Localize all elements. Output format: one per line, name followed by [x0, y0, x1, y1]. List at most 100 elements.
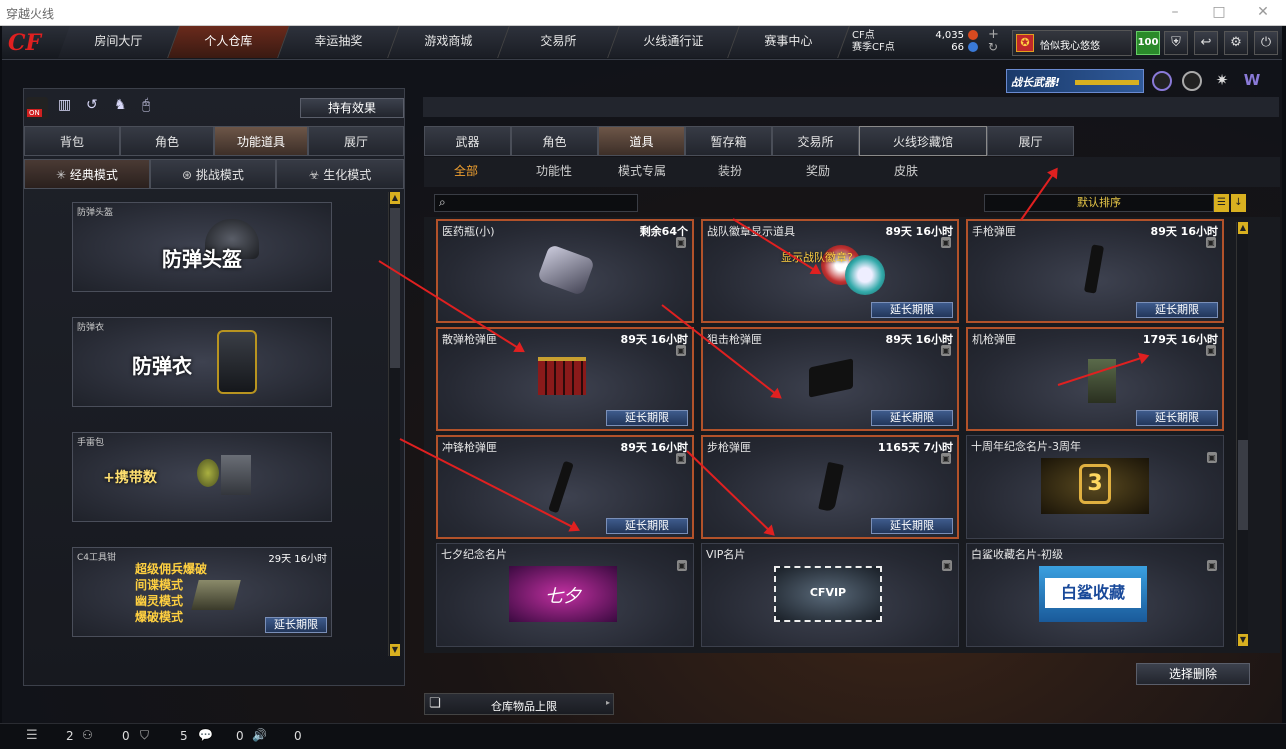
extend-button[interactable]: 延长期限 — [265, 617, 327, 633]
item-card[interactable]: 狙击枪弹匣 89天 16小时 ▣ 延长期限 — [701, 327, 959, 431]
menu-icon[interactable]: ☰ — [26, 728, 38, 743]
trash-icon[interactable]: ▣ — [941, 345, 951, 356]
trash-icon[interactable]: ▣ — [942, 560, 952, 571]
trash-icon[interactable]: ▣ — [941, 453, 951, 464]
right-tab-weapons[interactable]: 武器 — [424, 126, 511, 156]
flame-icon[interactable]: ✷ — [1212, 71, 1232, 91]
item-card[interactable]: 医药瓶(小) 剩余64个 ▣ — [436, 219, 694, 323]
subtab-skin[interactable]: 皮肤 — [864, 157, 948, 185]
maximize-icon[interactable]: □ — [1197, 0, 1241, 26]
trash-icon[interactable]: ▣ — [1207, 452, 1217, 463]
left-scrollbar[interactable]: ▲ ▼ — [388, 192, 400, 656]
mode-challenge[interactable]: ⊛ 挑战模式 — [150, 159, 276, 189]
volume-icon[interactable]: 🔊 — [252, 728, 267, 742]
refresh-icon[interactable]: ↻ — [988, 40, 998, 54]
left-item-card[interactable]: C4工具钳 29天 16小时 超级佣兵爆破 间谍模式 幽灵模式 爆破模式 延长期… — [72, 547, 332, 637]
item-card[interactable]: 机枪弹匣 179天 16小时 ▣ 延长期限 — [966, 327, 1224, 431]
users-icon[interactable]: ⚇ — [82, 728, 93, 742]
trash-icon[interactable]: ▣ — [1206, 237, 1216, 248]
extend-button[interactable]: 延长期限 — [606, 410, 688, 426]
figure-icon[interactable]: ♞ — [114, 97, 132, 117]
sort-dropdown[interactable]: 默认排序 — [984, 194, 1214, 212]
crosshair-icon[interactable] — [1182, 71, 1202, 91]
right-scrollbar[interactable]: ▲ ▼ — [1236, 222, 1248, 646]
extend-button[interactable]: 延长期限 — [1136, 302, 1218, 318]
item-card[interactable]: 白鲨收藏名片-初级 ▣ 白鲨收藏 — [966, 543, 1224, 647]
gear-icon[interactable]: ⚙ — [1224, 31, 1248, 55]
extend-button[interactable]: 延长期限 — [1136, 410, 1218, 426]
wing-icon[interactable]: W — [1242, 71, 1262, 91]
subtab-reward[interactable]: 奖励 — [776, 157, 860, 185]
item-card[interactable]: 手枪弹匣 89天 16小时 ▣ 延长期限 — [966, 219, 1224, 323]
trash-icon[interactable]: ▣ — [676, 237, 686, 248]
mode-classic[interactable]: ✳ 经典模式 — [24, 159, 150, 189]
close-icon[interactable]: ✕ — [1241, 0, 1285, 26]
left-item-card[interactable]: 防弹头盔 防弹头盔 — [72, 202, 332, 292]
tab-lucky-draw[interactable]: 幸运抽奖 — [278, 26, 400, 58]
scroll-up-icon[interactable]: ▲ — [390, 192, 400, 204]
item-card[interactable]: 散弹枪弹匣 89天 16小时 ▣ 延长期限 — [436, 327, 694, 431]
list-view-icon[interactable]: ☰ — [1214, 194, 1229, 212]
subtab-functional[interactable]: 功能性 — [512, 157, 596, 185]
tab-pass[interactable]: 火线通行证 — [608, 26, 740, 58]
right-tab-exchange[interactable]: 交易所 — [772, 126, 859, 156]
shield-icon[interactable]: ⛨ — [1164, 31, 1188, 55]
right-tab-character[interactable]: 角色 — [511, 126, 598, 156]
effects-button[interactable]: 持有效果 — [300, 98, 404, 118]
scroll-thumb[interactable] — [390, 208, 400, 368]
trash-icon[interactable]: ▣ — [1207, 560, 1217, 571]
tab-events[interactable]: 赛事中心 — [728, 26, 850, 58]
left-item-card[interactable]: 防弹衣 防弹衣 — [72, 317, 332, 407]
mode-zombie[interactable]: ☣ 生化模式 — [276, 159, 404, 189]
trash-icon[interactable]: ▣ — [941, 237, 951, 248]
trash-icon[interactable]: ▣ — [676, 453, 686, 464]
mouse-icon[interactable]: 🖰 — [142, 97, 160, 117]
trash-icon[interactable]: ▣ — [1206, 345, 1216, 356]
right-tab-items[interactable]: 道具 — [598, 126, 685, 156]
left-tab-backpack[interactable]: 背包 — [24, 126, 120, 156]
extend-button[interactable]: 延长期限 — [871, 302, 953, 318]
trash-icon[interactable]: ▣ — [677, 560, 687, 571]
left-tab-character[interactable]: 角色 — [120, 126, 214, 156]
shield-status-icon[interactable]: ⛉ — [140, 728, 149, 743]
trash-icon[interactable]: ▣ — [676, 345, 686, 356]
item-card[interactable]: 七夕纪念名片 ▣ 七夕 — [436, 543, 694, 647]
search-field[interactable] — [453, 196, 633, 210]
tab-inventory[interactable]: 个人仓库 — [168, 26, 290, 58]
item-card[interactable]: 十周年纪念名片-3周年 ▣ 3 — [966, 435, 1224, 539]
left-tab-gallery[interactable]: 展厅 — [308, 126, 404, 156]
tab-lobby[interactable]: 房间大厅 — [58, 26, 180, 58]
tab-shop[interactable]: 游戏商城 — [388, 26, 510, 58]
scroll-down-icon[interactable]: ▼ — [1238, 634, 1248, 646]
item-card[interactable]: VIP名片 ▣ CFVIP — [701, 543, 959, 647]
right-tab-storage[interactable]: 暂存箱 — [685, 126, 772, 156]
player-info[interactable]: ✪ 恰似我心悠悠 — [1012, 30, 1132, 56]
power-icon[interactable]: ⏻ — [1254, 31, 1278, 55]
right-tab-gallery[interactable]: 展厅 — [987, 126, 1074, 156]
select-delete-button[interactable]: 选择删除 — [1136, 663, 1250, 685]
extend-button[interactable]: 延长期限 — [871, 518, 953, 534]
left-item-card[interactable]: 手雷包 +携带数 — [72, 432, 332, 522]
right-tab-collection[interactable]: 火线珍藏馆 — [859, 126, 987, 156]
chat-icon[interactable]: 💬 — [198, 728, 213, 742]
extend-button[interactable]: 延长期限 — [871, 410, 953, 426]
sort-direction-icon[interactable]: ↓ — [1231, 194, 1246, 212]
capacity-bar[interactable]: ❏ 仓库物品上限 ▸ — [424, 693, 614, 715]
toggle-on-icon[interactable]: ON — [26, 97, 48, 119]
minimize-icon[interactable]: – — [1153, 0, 1197, 26]
back-icon[interactable]: ↩ — [1194, 31, 1218, 55]
subtab-mode[interactable]: 模式专属 — [600, 157, 684, 185]
season-badge-icon[interactable] — [1152, 71, 1172, 91]
subtab-cosmetic[interactable]: 装扮 — [688, 157, 772, 185]
left-tab-function-items[interactable]: 功能道具 — [214, 126, 308, 156]
search-input[interactable]: ⌕ — [434, 194, 638, 212]
item-card[interactable]: 步枪弹匣 1165天 7小时 ▣ 延长期限 — [701, 435, 959, 539]
stats-icon[interactable]: ▥ — [58, 97, 76, 117]
loop-icon[interactable]: ↺ — [86, 97, 104, 117]
tab-exchange[interactable]: 交易所 — [498, 26, 620, 58]
item-card[interactable]: 战队徽章显示道具 89天 16小时 ▣ 显示战队徽章? 延长期限 — [701, 219, 959, 323]
extend-button[interactable]: 延长期限 — [606, 518, 688, 534]
subtab-all[interactable]: 全部 — [424, 157, 508, 185]
scroll-up-icon[interactable]: ▲ — [1238, 222, 1248, 234]
weapon-banner[interactable]: 战长武器! — [1006, 69, 1144, 93]
